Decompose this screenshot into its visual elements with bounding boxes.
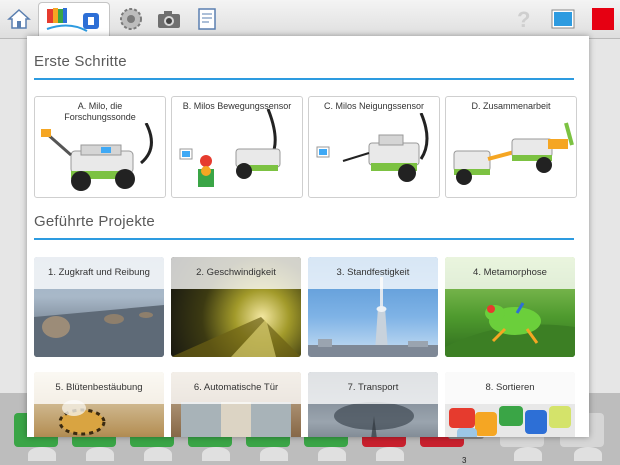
home-button[interactable] — [4, 4, 34, 34]
card-milo-tilt-sensor[interactable]: C. Milos Neigungssensor — [308, 96, 440, 198]
palette-connector — [514, 447, 542, 461]
robot-illustration — [316, 113, 429, 182]
card-collaboration[interactable]: D. Zusammenarbeit — [445, 96, 577, 198]
palette-connector — [318, 447, 346, 461]
project-card-speed[interactable]: 2. Geschwindigkeit — [171, 257, 301, 357]
robot-illustration — [41, 123, 153, 191]
section-divider — [34, 78, 574, 80]
palette-connector — [376, 447, 404, 461]
card-label: A. Milo, die Forschungssonde — [64, 101, 136, 122]
section-divider — [34, 238, 574, 240]
project-card-pull[interactable]: 1. Zugkraft und Reibung — [34, 257, 164, 357]
project-label: 4. Metamorphose — [445, 257, 575, 289]
palette-connector — [574, 447, 602, 461]
project-label: 8. Sortieren — [445, 372, 575, 404]
project-card-pollination[interactable]: 5. Blütenbestäubung — [34, 372, 164, 437]
palette-connector — [260, 447, 288, 461]
palette-connector — [144, 447, 172, 461]
screen-button[interactable] — [548, 4, 578, 34]
project-card-metamorphosis[interactable]: 4. Metamorphose — [445, 257, 575, 357]
getting-started-icon — [46, 8, 99, 32]
section-title-getting-started: Erste Schritte — [34, 53, 127, 70]
palette-connector — [86, 447, 114, 461]
project-card-automatic-door[interactable]: 6. Automatische Tür — [171, 372, 301, 437]
project-label: 3. Standfestigkeit — [308, 257, 438, 289]
card-label: D. Zusammenarbeit — [471, 101, 551, 111]
palette-connector — [202, 447, 230, 461]
card-milo-motion-sensor[interactable]: B. Milos Bewegungssensor — [171, 96, 303, 198]
section-title-guided-projects: Geführte Projekte — [34, 213, 155, 230]
project-label: 7. Transport — [308, 372, 438, 404]
card-label: C. Milos Neigungssensor — [323, 101, 425, 111]
project-label: 2. Geschwindigkeit — [171, 257, 301, 289]
robot-illustration — [179, 109, 281, 187]
camera-button[interactable] — [154, 4, 184, 34]
getting-started-dialog: Erste Schritte A. Milo, die Forschungsso… — [27, 36, 589, 437]
project-card-stability[interactable]: 3. Standfestigkeit — [308, 257, 438, 357]
tab-getting-started[interactable] — [38, 2, 110, 39]
project-card-transport[interactable]: 7. Transport — [308, 372, 438, 437]
project-label: 6. Automatische Tür — [171, 372, 301, 404]
help-icon: ? — [517, 7, 530, 32]
stop-icon — [592, 8, 614, 30]
project-label: 5. Blütenbestäubung — [34, 372, 164, 404]
top-toolbar: ? — [0, 0, 620, 39]
home-icon — [7, 8, 31, 29]
documentation-button[interactable] — [192, 4, 222, 34]
help-button[interactable]: ? — [508, 4, 538, 34]
palette-connector — [28, 447, 56, 461]
project-label: 1. Zugkraft und Reibung — [34, 257, 164, 289]
robot-illustration — [453, 122, 574, 185]
documentation-icon — [198, 8, 216, 30]
camera-icon — [158, 11, 180, 28]
settings-button[interactable] — [116, 4, 146, 34]
svg-text:?: ? — [517, 7, 530, 32]
screen-icon — [551, 9, 575, 29]
project-card-sorting[interactable]: 8. Sortieren — [445, 372, 575, 437]
card-milo-research-probe[interactable]: A. Milo, die Forschungssonde — [34, 96, 166, 198]
stop-button[interactable] — [588, 4, 618, 34]
block-counter: 3 — [462, 456, 467, 465]
settings-icon — [120, 8, 142, 30]
